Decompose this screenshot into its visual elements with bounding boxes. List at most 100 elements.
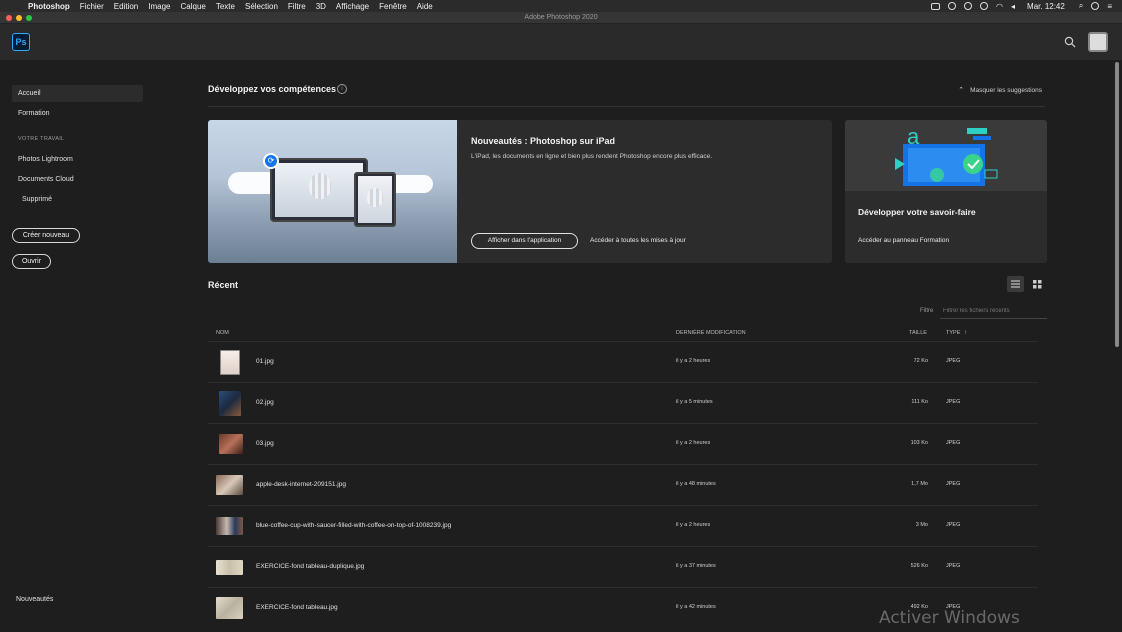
file-modified: il y a 37 minutes xyxy=(676,563,716,569)
all-updates-link[interactable]: Accéder à toutes les mises à jour xyxy=(590,237,686,244)
balloon-shape xyxy=(367,188,383,207)
menu-fichier[interactable]: Fichier xyxy=(80,2,104,11)
file-thumbnail xyxy=(216,517,243,535)
file-modified: il y a 42 minutes xyxy=(676,604,716,610)
file-name: EXERCICE-fond tableau.jpg xyxy=(256,604,338,611)
divider xyxy=(208,106,1045,107)
file-size: 72 Ko xyxy=(913,358,928,364)
sidebar-item-cloud-docs[interactable]: Documents Cloud xyxy=(12,171,143,188)
col-name[interactable]: NOM xyxy=(216,330,229,336)
clock[interactable]: Mar. 12:42 xyxy=(1027,2,1065,11)
open-button[interactable]: Ouvrir xyxy=(12,254,51,269)
main-content: Développez vos compétences i ⌃ Masquer l… xyxy=(155,60,1110,632)
file-modified: il y a 48 minutes xyxy=(676,481,716,487)
wifi-icon[interactable]: ◠ xyxy=(996,2,1003,11)
list-view-button[interactable] xyxy=(1007,276,1024,292)
file-modified: il y a 2 heures xyxy=(676,522,711,528)
file-name: blue-coffee-cup-with-saucer-filled-with-… xyxy=(256,522,452,529)
file-name: 03.jpg xyxy=(256,440,274,447)
file-modified: il y a 2 heures xyxy=(676,440,711,446)
table-row[interactable]: apple-desk-internet-209151.jpg il y a 48… xyxy=(208,464,1038,505)
menu-3d[interactable]: 3D xyxy=(316,2,326,11)
window-title: Adobe Photoshop 2020 xyxy=(524,14,598,21)
mac-menubar: Photoshop Fichier Edition Image Calque T… xyxy=(0,0,1122,12)
file-thumbnail xyxy=(216,475,243,495)
hide-suggestions-button[interactable]: ⌃ Masquer les suggestions xyxy=(958,86,1042,95)
avatar[interactable] xyxy=(1088,32,1108,52)
grid-view-button[interactable] xyxy=(1029,276,1046,292)
user-icon[interactable] xyxy=(1091,2,1100,10)
info-icon[interactable]: i xyxy=(337,84,347,94)
app-header: Ps xyxy=(0,24,1122,60)
menu-texte[interactable]: Texte xyxy=(216,2,235,11)
menu-selection[interactable]: Sélection xyxy=(245,2,278,11)
file-name: 01.jpg xyxy=(256,358,274,365)
close-window-button[interactable] xyxy=(6,15,12,21)
show-in-app-button[interactable]: Afficher dans l'application xyxy=(471,233,578,249)
sidebar: Accueil Formation VOTRE TRAVAIL Photos L… xyxy=(0,60,155,632)
whats-new-link[interactable]: Nouveautés xyxy=(16,596,53,603)
balloon-shape xyxy=(309,173,331,199)
creative-cloud-icon[interactable] xyxy=(948,2,957,10)
sidebar-item-learn[interactable]: Formation xyxy=(12,105,143,122)
filter-input[interactable] xyxy=(940,304,1047,319)
display-icon[interactable] xyxy=(931,2,941,10)
hide-suggestions-label: Masquer les suggestions xyxy=(970,86,1042,94)
sidebar-item-lightroom[interactable]: Photos Lightroom xyxy=(12,151,143,168)
file-modified: il y a 5 minutes xyxy=(676,399,713,405)
volume-icon[interactable]: ◂ xyxy=(1011,2,1015,11)
col-size[interactable]: TAILLE xyxy=(909,330,927,336)
window-titlebar: Adobe Photoshop 2020 xyxy=(0,12,1122,24)
grid-view-icon xyxy=(1033,280,1042,289)
search-menubar-icon[interactable]: ⌕ xyxy=(1079,1,1083,11)
card-title: Nouveautés : Photoshop sur iPad xyxy=(471,136,616,146)
list-view-icon xyxy=(1011,280,1020,288)
menu-calque[interactable]: Calque xyxy=(181,2,206,11)
sync-icon[interactable] xyxy=(964,2,973,10)
sidebar-item-deleted[interactable]: Supprimé xyxy=(12,191,143,208)
file-type: JPEG xyxy=(946,522,961,528)
menu-image[interactable]: Image xyxy=(148,2,170,11)
table-row[interactable]: blue-coffee-cup-with-saucer-filled-with-… xyxy=(208,505,1038,546)
create-new-button[interactable]: Créer nouveau xyxy=(12,228,80,243)
file-size: 103 Ko xyxy=(910,440,928,446)
menu-fenetre[interactable]: Fenêtre xyxy=(379,2,407,11)
table-row[interactable]: 02.jpg il y a 5 minutes 111 Ko JPEG xyxy=(208,382,1038,423)
sidebar-item-home[interactable]: Accueil xyxy=(12,85,143,102)
file-name: apple-desk-internet-209151.jpg xyxy=(256,481,346,488)
menu-affichage[interactable]: Affichage xyxy=(336,2,369,11)
table-row[interactable]: EXERCICE-fond tableau-duplique.jpg il y … xyxy=(208,546,1038,587)
learn-illustration: a xyxy=(845,120,1047,191)
file-size: 526 Ko xyxy=(910,563,928,569)
file-type: JPEG xyxy=(946,399,961,405)
menu-edition[interactable]: Edition xyxy=(114,2,138,11)
file-size: 1,7 Mo xyxy=(911,481,928,487)
recent-title: Récent xyxy=(208,280,239,290)
ipad-small-shape xyxy=(354,172,396,227)
menu-aide[interactable]: Aide xyxy=(417,2,433,11)
file-thumbnail xyxy=(216,597,243,619)
col-type[interactable]: TYPE xyxy=(946,330,960,336)
table-row[interactable]: 03.jpg il y a 2 heures 103 Ko JPEG xyxy=(208,423,1038,464)
photoshop-logo[interactable]: Ps xyxy=(12,33,30,51)
learn-panel-link[interactable]: Accéder au panneau Formation xyxy=(858,237,949,244)
scrollbar-thumb[interactable] xyxy=(1115,62,1119,347)
bluetooth-icon[interactable] xyxy=(980,2,989,10)
learn-graphic: a xyxy=(895,124,998,186)
vertical-scrollbar[interactable] xyxy=(1113,60,1122,632)
sync-badge-icon: ⟳ xyxy=(263,153,279,169)
zoom-window-button[interactable] xyxy=(26,15,32,21)
table-row[interactable]: 01.jpg il y a 2 heures 72 Ko JPEG xyxy=(208,341,1038,382)
search-icon[interactable] xyxy=(1064,36,1076,48)
menu-filtre[interactable]: Filtre xyxy=(288,2,306,11)
menu-list-icon[interactable]: ≡ xyxy=(1107,2,1112,11)
file-size: 111 Ko xyxy=(911,399,928,405)
col-modified[interactable]: DERNIÈRE MODIFICATION xyxy=(676,330,746,336)
card-description: L'iPad, les documents en ligne et bien p… xyxy=(471,153,713,160)
filter-label: Filtre xyxy=(920,308,934,314)
menu-app[interactable]: Photoshop xyxy=(28,2,70,11)
minimize-window-button[interactable] xyxy=(16,15,22,21)
file-thumbnail xyxy=(219,391,241,416)
ipad-illustration: ⟳ xyxy=(208,120,457,263)
card-title: Développer votre savoir-faire xyxy=(858,207,976,217)
